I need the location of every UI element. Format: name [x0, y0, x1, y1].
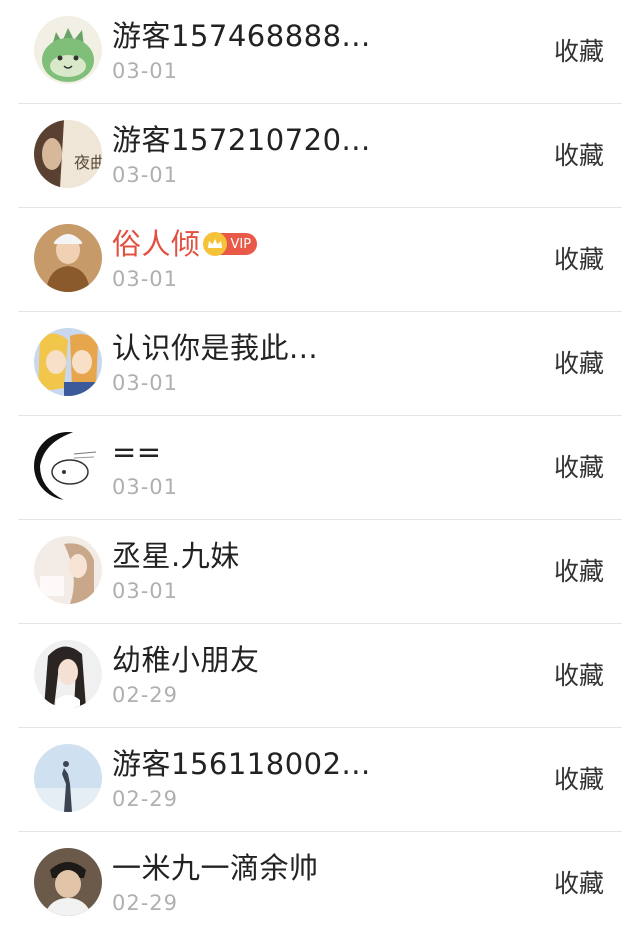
collect-button[interactable]: 收藏 [554, 348, 604, 380]
list-item[interactable]: 游客156118002... 02-29 收藏 [0, 728, 640, 832]
user-name: 幼稚小朋友 [112, 643, 260, 677]
user-name: 游客156118002... [112, 747, 371, 781]
collect-button[interactable]: 收藏 [554, 244, 604, 276]
user-name-wrap: 幼稚小朋友 [112, 642, 260, 678]
sketch-avatar[interactable] [34, 432, 102, 500]
sky-avatar[interactable] [34, 744, 102, 812]
user-name: 一米九一滴余帅 [112, 851, 319, 885]
user-name: 游客157468888... [112, 19, 371, 53]
visit-date: 03-01 [112, 163, 179, 187]
crown-icon [202, 232, 227, 256]
collect-button[interactable]: 收藏 [554, 36, 604, 68]
user-name-wrap: 一米九一滴余帅 [112, 850, 319, 886]
visit-date: 02-29 [112, 787, 179, 811]
user-name-wrap: 丞星.九妹 [112, 538, 240, 574]
visit-date: 03-01 [112, 579, 179, 603]
visit-date: 02-29 [112, 683, 179, 707]
visit-date: 03-01 [112, 371, 179, 395]
collect-button[interactable]: 收藏 [554, 868, 604, 900]
user-name-wrap: 俗人倾 VIP [112, 226, 258, 262]
svg-text:夜曲: 夜曲 [74, 153, 102, 172]
collect-button[interactable]: 收藏 [554, 452, 604, 484]
user-name-wrap: 游客157210720... [112, 122, 371, 158]
visit-date: 03-01 [112, 475, 179, 499]
collect-button[interactable]: 收藏 [554, 556, 604, 588]
visit-date: 03-01 [112, 267, 179, 291]
collect-button[interactable]: 收藏 [554, 140, 604, 172]
visit-date: 02-29 [112, 891, 179, 915]
boy-avatar[interactable] [34, 848, 102, 916]
girl-light-avatar[interactable] [34, 536, 102, 604]
list-item[interactable]: == 03-01 收藏 [0, 416, 640, 520]
user-name-wrap: == [112, 434, 162, 470]
vip-badge: VIP [202, 232, 258, 256]
user-name-wrap: 游客157468888... [112, 18, 371, 54]
user-name: 游客157210720... [112, 123, 371, 157]
person-hat-avatar[interactable] [34, 224, 102, 292]
user-name: 认识你是莪此... [112, 331, 319, 365]
list-item[interactable]: 游客157468888... 03-01 收藏 [0, 0, 640, 104]
anime-avatar[interactable] [34, 328, 102, 396]
user-name-wrap: 认识你是莪此... [112, 330, 318, 366]
list-item[interactable]: 一米九一滴余帅 02-29 收藏 [0, 832, 640, 936]
dinosaur-avatar[interactable] [34, 16, 102, 84]
collect-button[interactable]: 收藏 [554, 764, 604, 796]
list-item[interactable]: 俗人倾 VIP 03-01 收藏 [0, 208, 640, 312]
user-name: 丞星.九妹 [112, 539, 240, 573]
portrait-avatar[interactable]: 夜曲 [34, 120, 102, 188]
collect-button[interactable]: 收藏 [554, 660, 604, 692]
vip-label: VIP [230, 236, 252, 252]
user-name: 俗人倾 [112, 227, 201, 261]
list-item[interactable]: 丞星.九妹 03-01 收藏 [0, 520, 640, 624]
user-name-wrap: 游客156118002... [112, 746, 371, 782]
list-item[interactable]: 幼稚小朋友 02-29 收藏 [0, 624, 640, 728]
visit-date: 03-01 [112, 59, 179, 83]
list-item[interactable]: 夜曲 游客157210720... 03-01 收藏 [0, 104, 640, 208]
user-name: == [112, 435, 162, 469]
list-item[interactable]: 认识你是莪此... 03-01 收藏 [0, 312, 640, 416]
girl-dark-hair-avatar[interactable] [34, 640, 102, 708]
